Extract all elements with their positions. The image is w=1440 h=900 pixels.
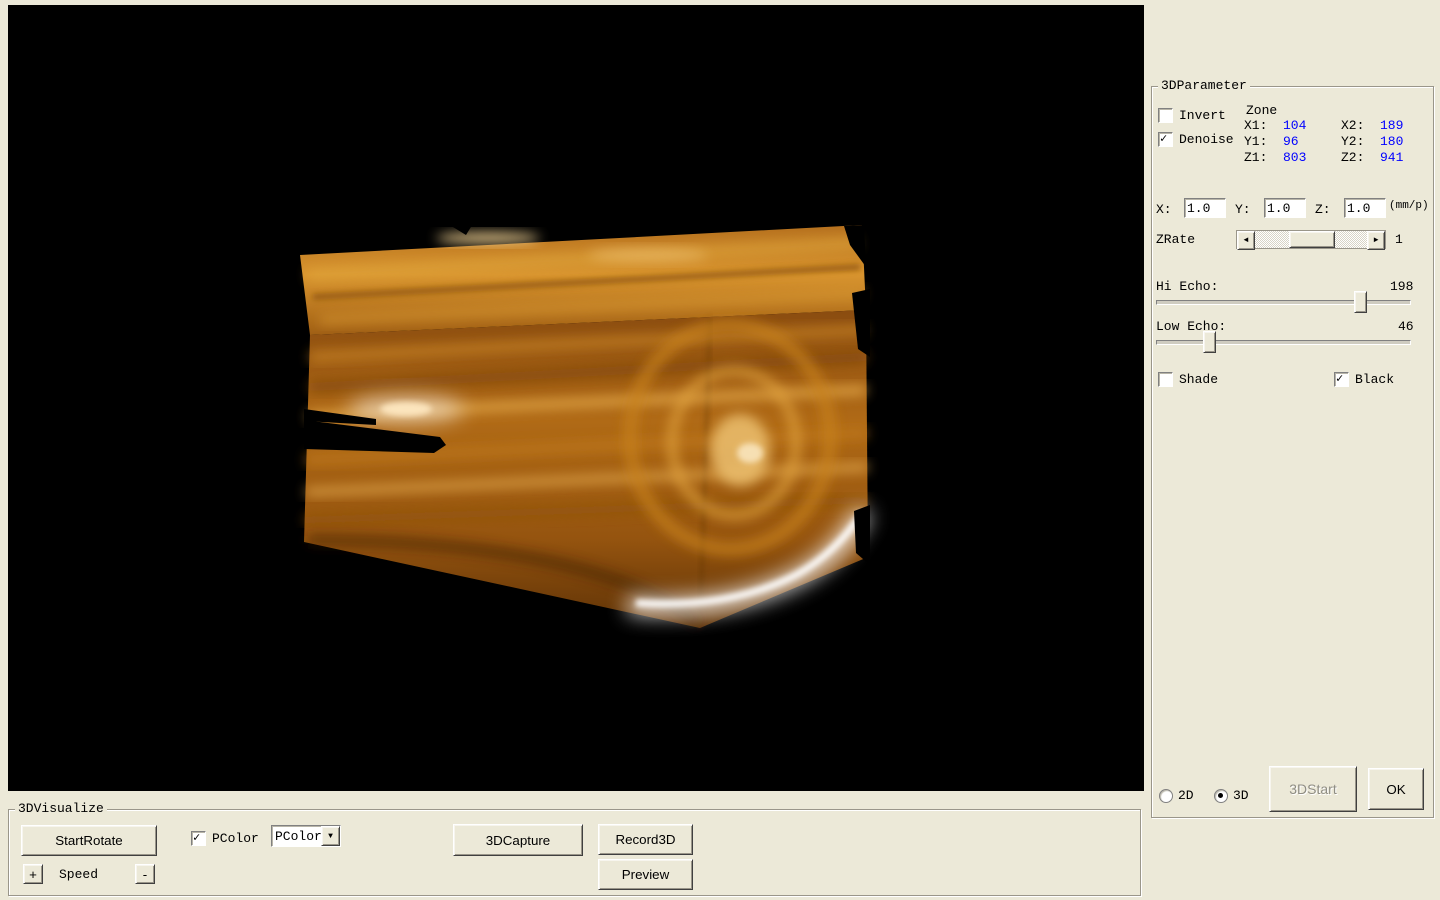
mode-2d-label: 2D	[1178, 788, 1194, 803]
hi-echo-label: Hi Echo:	[1156, 279, 1218, 294]
param-panel: 3DParameter Invert Denoise Zone X1: 104 …	[1151, 86, 1434, 818]
shade-checkbox-box[interactable]	[1158, 372, 1173, 387]
start-rotate-button[interactable]: StartRotate	[21, 825, 157, 856]
hi-echo-slider-thumb[interactable]	[1354, 291, 1367, 313]
zrate-label: ZRate	[1156, 232, 1195, 247]
mode-3d-label: 3D	[1233, 788, 1249, 803]
zrate-value: 1	[1395, 232, 1403, 247]
ok-button[interactable]: OK	[1368, 768, 1424, 810]
zone-x2-label: X2:	[1341, 118, 1364, 133]
capture-3d-button[interactable]: 3DCapture	[453, 824, 583, 856]
volume-render-3d[interactable]	[8, 5, 1144, 791]
zone-x2-value: 189	[1380, 118, 1403, 133]
invert-checkbox-box[interactable]	[1158, 108, 1173, 123]
denoise-label: Denoise	[1179, 132, 1234, 147]
visualize-panel-title: 3DVisualize	[15, 802, 107, 816]
speed-plus-button[interactable]: +	[23, 864, 43, 884]
zone-y2-value: 180	[1380, 134, 1403, 149]
speed-minus-button[interactable]: -	[135, 864, 155, 884]
chevron-down-icon[interactable]: ▼	[321, 826, 340, 846]
pcolor-label: PColor	[212, 831, 259, 846]
app-window: { "colors": { "panel_bg": "#ece9d8", "va…	[0, 0, 1440, 900]
zrate-scroll-thumb[interactable]	[1289, 231, 1335, 248]
scale-x-input[interactable]	[1184, 198, 1226, 218]
mode-2d-radio[interactable]: 2D	[1159, 788, 1194, 803]
zrate-scroll-left-icon[interactable]: ◄	[1237, 231, 1255, 250]
start3d-button[interactable]: 3DStart	[1269, 766, 1357, 812]
zone-z2-label: Z2:	[1341, 150, 1364, 165]
preview-button[interactable]: Preview	[598, 859, 693, 890]
mode-3d-radio-circle[interactable]	[1214, 789, 1228, 803]
pcolor-checkbox[interactable]: PColor	[191, 831, 259, 846]
zone-x1-value: 104	[1283, 118, 1306, 133]
render-viewport[interactable]	[8, 5, 1144, 791]
low-echo-slider[interactable]	[1156, 340, 1411, 345]
shade-checkbox[interactable]: Shade	[1158, 372, 1218, 387]
scale-x-label: X:	[1156, 202, 1172, 217]
low-echo-value: 46	[1398, 319, 1414, 334]
pcolor-dropdown[interactable]: PColor ▼	[271, 825, 341, 847]
visualize-panel: 3DVisualize StartRotate PColor PColor ▼ …	[8, 809, 1141, 896]
hi-echo-value: 198	[1390, 279, 1413, 294]
hi-echo-slider[interactable]	[1156, 300, 1411, 305]
record-3d-button[interactable]: Record3D	[598, 824, 693, 855]
shade-label: Shade	[1179, 372, 1218, 387]
zone-title: Zone	[1246, 103, 1277, 118]
invert-label: Invert	[1179, 108, 1226, 123]
scale-z-input[interactable]	[1344, 198, 1386, 218]
zone-z1-label: Z1:	[1244, 150, 1267, 165]
zrate-scroll-right-icon[interactable]: ►	[1367, 231, 1385, 250]
zone-y1-value: 96	[1283, 134, 1299, 149]
zone-z2-value: 941	[1380, 150, 1403, 165]
denoise-checkbox[interactable]: Denoise	[1158, 132, 1234, 147]
scale-z-label: Z:	[1315, 202, 1331, 217]
denoise-checkbox-box[interactable]	[1158, 132, 1173, 147]
invert-checkbox[interactable]: Invert	[1158, 108, 1226, 123]
mode-2d-radio-circle[interactable]	[1159, 789, 1173, 803]
black-label: Black	[1355, 372, 1394, 387]
pcolor-checkbox-box[interactable]	[191, 831, 206, 846]
scale-y-input[interactable]	[1264, 198, 1306, 218]
mode-3d-radio[interactable]: 3D	[1214, 788, 1249, 803]
black-checkbox-box[interactable]	[1334, 372, 1349, 387]
low-echo-label: Low Echo:	[1156, 319, 1226, 334]
zone-x1-label: X1:	[1244, 118, 1267, 133]
scale-y-label: Y:	[1235, 202, 1251, 217]
low-echo-slider-thumb[interactable]	[1203, 331, 1216, 353]
black-checkbox[interactable]: Black	[1334, 372, 1394, 387]
zone-y1-label: Y1:	[1244, 134, 1267, 149]
zrate-scrollbar[interactable]: ◄ ►	[1236, 230, 1386, 249]
zone-y2-label: Y2:	[1341, 134, 1364, 149]
zone-z1-value: 803	[1283, 150, 1306, 165]
pcolor-dropdown-value: PColor	[272, 829, 321, 844]
param-panel-title: 3DParameter	[1158, 79, 1250, 93]
speed-label: Speed	[59, 867, 98, 882]
scale-unit-label: (mm/p)	[1389, 199, 1429, 214]
